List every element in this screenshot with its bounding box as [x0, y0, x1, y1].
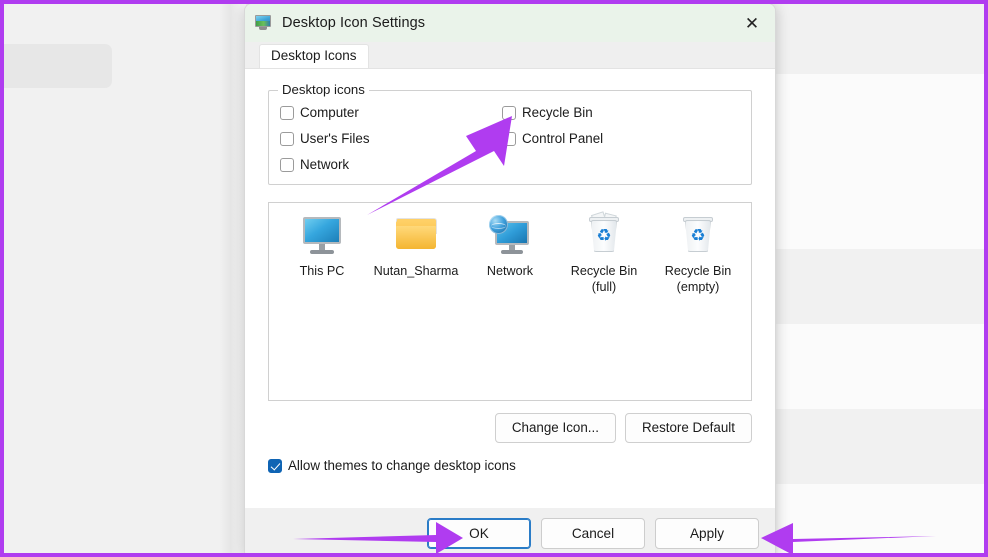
checkbox-row-control-panel[interactable]: Control Panel: [502, 131, 751, 146]
change-icon-button[interactable]: Change Icon...: [495, 413, 616, 443]
preview-icon-caption-sub: (empty): [652, 280, 744, 296]
dialog-title: Desktop Icon Settings: [282, 15, 425, 31]
checkbox-row-network[interactable]: Network: [280, 157, 502, 172]
checkbox-users-files[interactable]: [280, 132, 294, 146]
background-right-pane: [762, 4, 984, 553]
preview-icon-caption: Recycle Bin: [652, 264, 744, 280]
desktop-icon-settings-dialog: Desktop Icon Settings ✕ Desktop Icons De…: [244, 3, 776, 557]
icon-preview-pane[interactable]: This PC Nutan_Sharma Network: [268, 202, 752, 401]
icon-action-buttons: Change Icon... Restore Default: [268, 413, 752, 443]
preview-icon-user-folder[interactable]: Nutan_Sharma: [370, 214, 462, 295]
preview-icon-caption: Network: [464, 264, 556, 280]
tab-label: Desktop Icons: [271, 48, 357, 63]
checkbox-row-recycle-bin[interactable]: Recycle Bin: [502, 105, 751, 120]
monitor-icon: [300, 214, 344, 258]
dialog-footer: OK Cancel Apply: [245, 508, 775, 557]
monitor-display-icon: [254, 15, 272, 31]
folder-icon: [394, 214, 438, 258]
checkbox-label-control-panel: Control Panel: [522, 131, 603, 146]
background-row-band: [762, 409, 984, 484]
apply-button[interactable]: Apply: [655, 518, 759, 549]
preview-icon-caption: Nutan_Sharma: [370, 264, 462, 280]
checkbox-row-computer[interactable]: Computer: [280, 105, 502, 120]
ok-button[interactable]: OK: [427, 518, 531, 549]
checkbox-computer[interactable]: [280, 106, 294, 120]
checkbox-label-allow-themes: Allow themes to change desktop icons: [288, 458, 516, 473]
screenshot-root: Desktop Icon Settings ✕ Desktop Icons De…: [0, 0, 988, 557]
checkbox-label-network: Network: [300, 157, 349, 172]
tab-strip: Desktop Icons: [245, 42, 775, 68]
checkbox-label-recycle-bin: Recycle Bin: [522, 105, 593, 120]
dialog-titlebar: Desktop Icon Settings ✕: [245, 4, 775, 42]
groupbox-legend: Desktop icons: [278, 82, 369, 97]
preview-icon-network[interactable]: Network: [464, 214, 556, 295]
preview-icon-this-pc[interactable]: This PC: [276, 214, 368, 295]
network-globe-monitor-icon: [488, 214, 532, 258]
recycle-bin-full-icon: ♻: [582, 214, 626, 258]
checkbox-label-users-files: User's Files: [300, 131, 370, 146]
checkbox-recycle-bin[interactable]: [502, 106, 516, 120]
background-row-band: [762, 4, 984, 74]
tab-page-desktop-icons: Desktop icons Computer Recycle Bin User'…: [245, 68, 775, 508]
allow-themes-row[interactable]: Allow themes to change desktop icons: [268, 458, 752, 473]
background-seam: [220, 4, 246, 553]
checkbox-control-panel[interactable]: [502, 132, 516, 146]
tab-desktop-icons[interactable]: Desktop Icons: [259, 44, 369, 69]
preview-icon-recycle-bin-empty[interactable]: ♻ Recycle Bin (empty): [652, 214, 744, 295]
preview-icon-caption-sub: (full): [558, 280, 650, 296]
preview-icon-caption: This PC: [276, 264, 368, 280]
preview-icon-recycle-bin-full[interactable]: ♻ Recycle Bin (full): [558, 214, 650, 295]
checkbox-allow-themes[interactable]: [268, 459, 282, 473]
desktop-icons-groupbox: Desktop icons Computer Recycle Bin User'…: [268, 90, 752, 185]
close-icon[interactable]: ✕: [729, 4, 775, 42]
background-card: [0, 44, 112, 88]
restore-default-button[interactable]: Restore Default: [625, 413, 752, 443]
checkbox-label-computer: Computer: [300, 105, 359, 120]
cancel-button[interactable]: Cancel: [541, 518, 645, 549]
checkbox-row-users-files[interactable]: User's Files: [280, 131, 502, 146]
background-row-band: [762, 249, 984, 324]
preview-icon-caption: Recycle Bin: [558, 264, 650, 280]
checkbox-network[interactable]: [280, 158, 294, 172]
recycle-bin-empty-icon: ♻: [676, 214, 720, 258]
